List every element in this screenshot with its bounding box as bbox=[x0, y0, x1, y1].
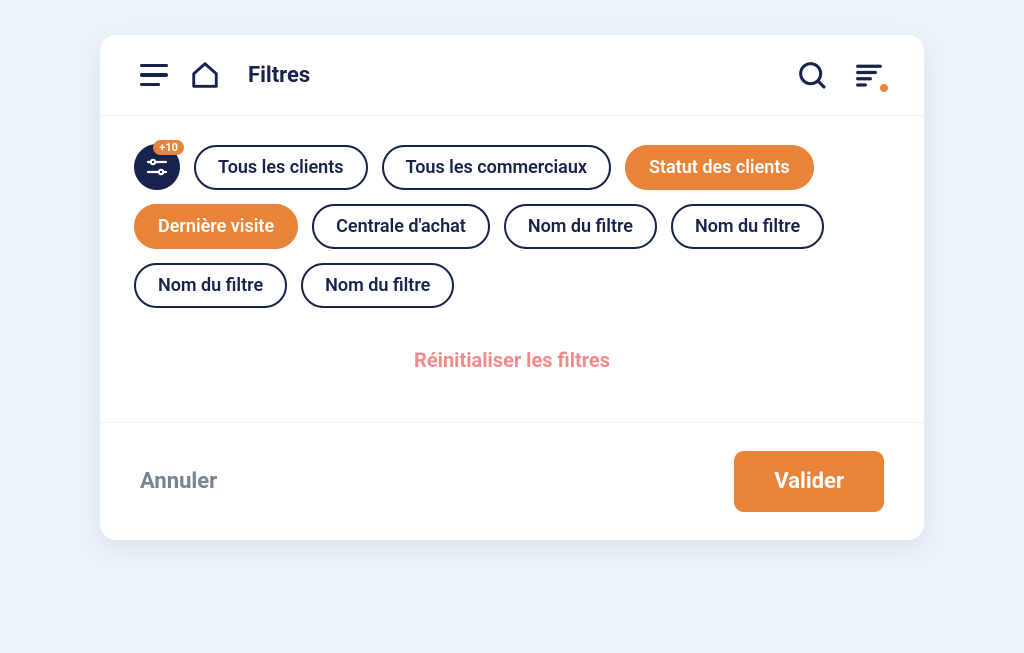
filter-chip[interactable]: Nom du filtre bbox=[301, 263, 454, 308]
filter-chip[interactable]: Nom du filtre bbox=[671, 204, 824, 249]
reset-filters-row: Réinitialiser les filtres bbox=[134, 308, 890, 402]
footer: Annuler Valider bbox=[100, 422, 924, 540]
cancel-button[interactable]: Annuler bbox=[140, 469, 217, 494]
header-left: Filtres bbox=[140, 60, 310, 90]
home-icon[interactable] bbox=[190, 60, 220, 90]
header-right bbox=[796, 59, 884, 91]
filter-settings-badge: +10 bbox=[153, 140, 184, 155]
sort-icon[interactable] bbox=[854, 60, 884, 90]
filter-chip[interactable]: Tous les clients bbox=[194, 145, 368, 190]
filter-chip[interactable]: Centrale d'achat bbox=[312, 204, 490, 249]
menu-icon[interactable] bbox=[140, 64, 168, 87]
search-icon[interactable] bbox=[796, 59, 828, 91]
page-title: Filtres bbox=[248, 63, 310, 88]
filter-settings-button[interactable]: +10 bbox=[134, 144, 180, 190]
filter-chip[interactable]: Statut des clients bbox=[625, 145, 814, 190]
filter-chip[interactable]: Nom du filtre bbox=[504, 204, 657, 249]
filter-chips-area: +10 Tous les clients Tous les commerciaux… bbox=[100, 116, 924, 422]
filter-chip[interactable]: Tous les commerciaux bbox=[382, 145, 611, 190]
filter-chips-row: +10 Tous les clients Tous les commerciaux… bbox=[134, 144, 890, 308]
header: Filtres bbox=[100, 35, 924, 116]
reset-filters-button[interactable]: Réinitialiser les filtres bbox=[414, 348, 610, 372]
sort-active-dot bbox=[880, 84, 888, 92]
filter-chip[interactable]: Nom du filtre bbox=[134, 263, 287, 308]
filters-card: Filtres bbox=[100, 35, 924, 540]
validate-button[interactable]: Valider bbox=[734, 451, 884, 512]
filter-chip[interactable]: Dernière visite bbox=[134, 204, 298, 249]
